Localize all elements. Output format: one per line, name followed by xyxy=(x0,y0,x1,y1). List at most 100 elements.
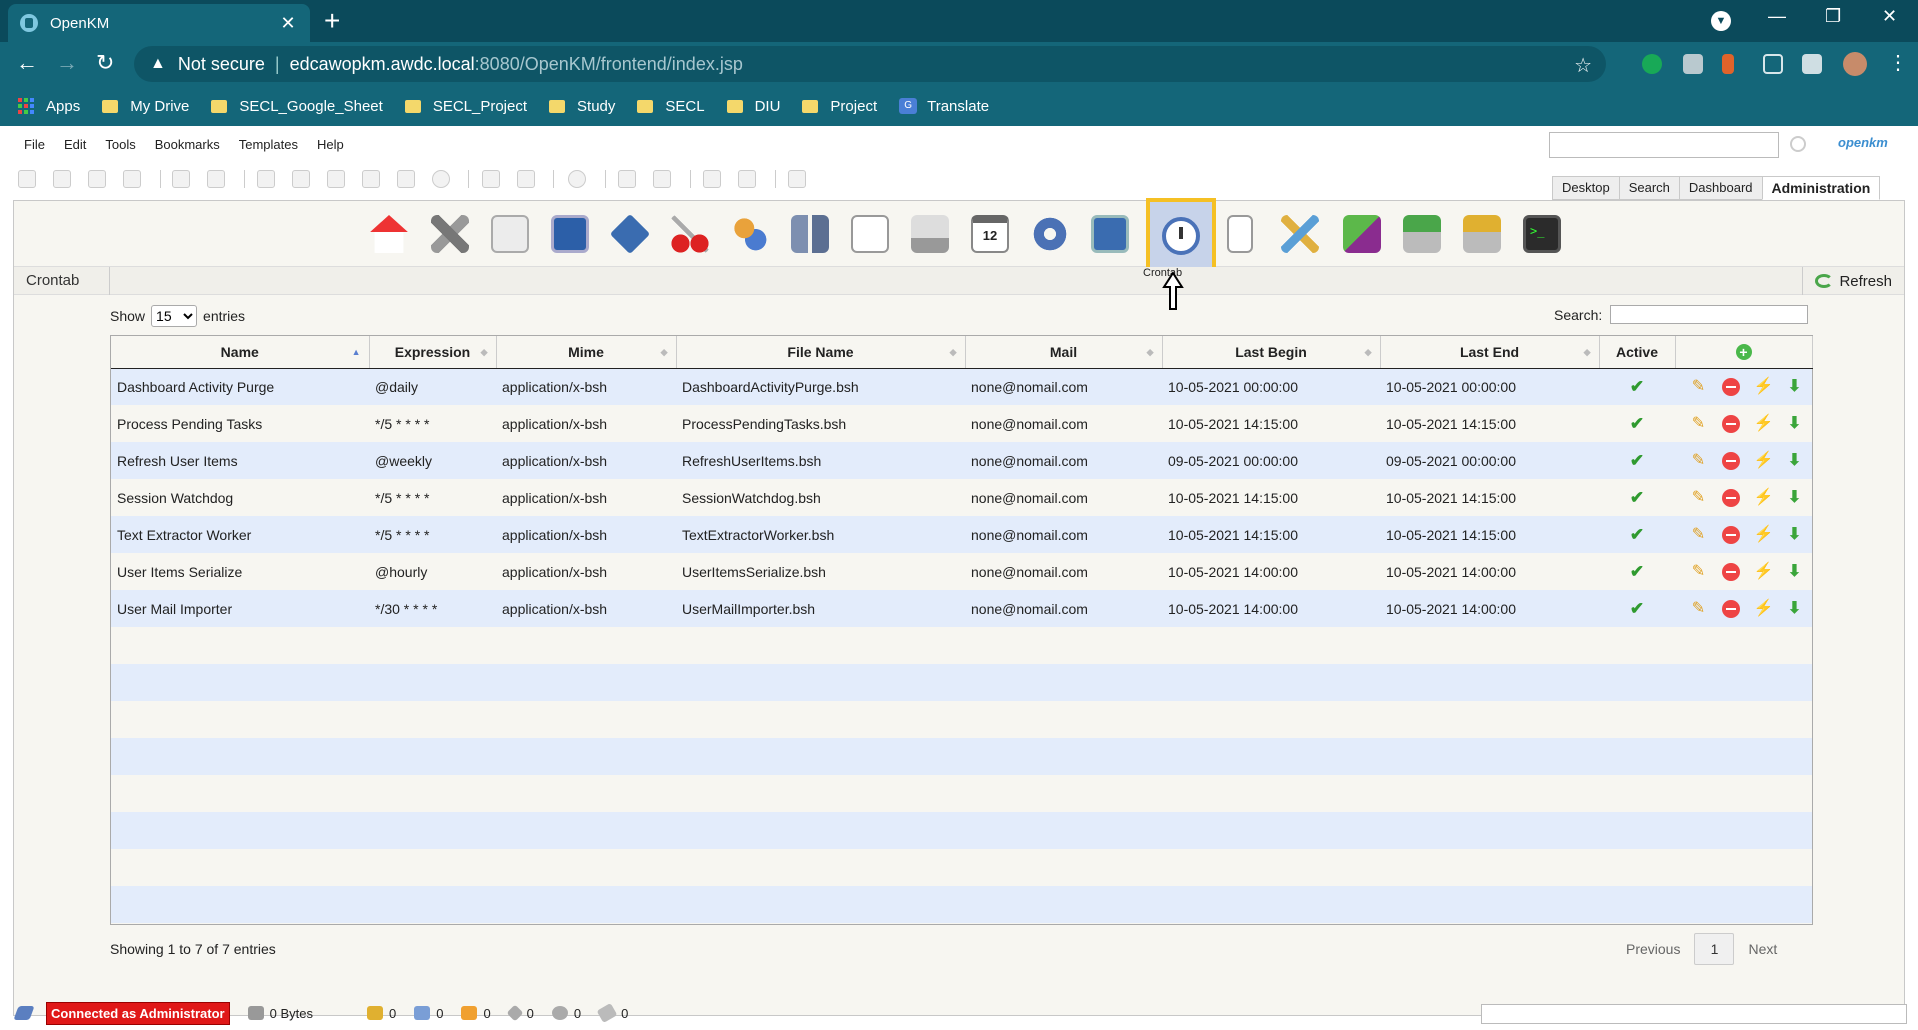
col-active[interactable]: Active xyxy=(1599,336,1676,369)
delete-icon[interactable] xyxy=(1721,525,1740,544)
col-last-end[interactable]: Last End ◆ xyxy=(1380,336,1600,369)
security-label[interactable]: Not secure xyxy=(178,54,265,75)
admin-calendar-icon[interactable]: 12 xyxy=(964,208,1016,260)
edit-icon[interactable]: ✎ xyxy=(1690,600,1708,618)
camera-icon[interactable] xyxy=(1683,54,1703,74)
download-icon[interactable]: ⬇ xyxy=(1786,526,1804,544)
bookmark-secl[interactable]: SECL xyxy=(637,98,705,115)
edit-icon[interactable]: ✎ xyxy=(1690,526,1708,544)
print-icon[interactable] xyxy=(123,170,141,188)
refresh-tool-icon[interactable] xyxy=(703,170,721,188)
edit-doc-icon[interactable] xyxy=(292,170,310,188)
next-button[interactable]: Next xyxy=(1748,941,1777,957)
execute-icon[interactable]: ⚡ xyxy=(1754,489,1774,507)
admin-home-icon[interactable] xyxy=(363,208,415,260)
bookmark-secl-project[interactable]: SECL_Project xyxy=(404,98,527,115)
status-input[interactable] xyxy=(1481,1004,1907,1024)
menu-file[interactable]: File xyxy=(24,137,45,152)
tab-desktop[interactable]: Desktop xyxy=(1552,176,1620,200)
delete-icon[interactable] xyxy=(1721,562,1740,581)
bookmark-study[interactable]: Study xyxy=(549,98,615,115)
tab-dashboard[interactable]: Dashboard xyxy=(1678,176,1763,200)
edit-icon[interactable]: ✎ xyxy=(1690,563,1708,581)
col-file-name[interactable]: File Name ◆ xyxy=(676,336,966,369)
admin-terminal-icon[interactable] xyxy=(1516,208,1568,260)
admin-tools-icon[interactable] xyxy=(424,208,476,260)
tab-search-icon[interactable]: ▼ xyxy=(1711,11,1731,31)
grammarly-icon[interactable] xyxy=(1642,54,1662,74)
col-last-begin[interactable]: Last Begin ◆ xyxy=(1162,336,1381,369)
copy-icon[interactable] xyxy=(482,170,500,188)
unsubscribe-icon[interactable] xyxy=(653,170,671,188)
workflow-icon[interactable] xyxy=(568,170,586,188)
delete-icon[interactable] xyxy=(1721,451,1740,470)
add-crontab-icon[interactable]: + xyxy=(1735,343,1752,360)
admin-gear-icon[interactable] xyxy=(1024,208,1076,260)
execute-icon[interactable]: ⚡ xyxy=(1754,415,1774,433)
delete-icon[interactable] xyxy=(1721,599,1740,618)
edit-icon[interactable]: ✎ xyxy=(1690,378,1708,396)
minimize-icon[interactable]: — xyxy=(1768,6,1786,27)
messages-count[interactable]: 0 xyxy=(596,1002,628,1024)
tree-icon[interactable] xyxy=(18,170,36,188)
new-doc-icon[interactable] xyxy=(53,170,71,188)
execute-icon[interactable]: ⚡ xyxy=(1754,563,1774,581)
quick-search-icon[interactable] xyxy=(1790,136,1806,152)
admin-scanner-icon[interactable] xyxy=(904,208,956,260)
delete-icon[interactable] xyxy=(1721,377,1740,396)
download-icon[interactable]: ⬇ xyxy=(1786,452,1804,470)
admin-brush-icon[interactable] xyxy=(1274,208,1326,260)
admin-dots-icon[interactable] xyxy=(1214,208,1266,260)
new-tab-button[interactable]: + xyxy=(324,6,340,36)
bookmark-project[interactable]: Project xyxy=(802,98,877,115)
delete-icon[interactable] xyxy=(1721,414,1740,433)
download-icon[interactable]: ⬇ xyxy=(1786,563,1804,581)
bookmark-diu[interactable]: DIU xyxy=(726,98,780,115)
cancel-checkout-icon[interactable] xyxy=(397,170,415,188)
col-mime[interactable]: Mime ◆ xyxy=(496,336,677,369)
entries-select[interactable]: 15 xyxy=(151,305,198,327)
restore-icon[interactable]: ❐ xyxy=(1825,6,1841,27)
unlock-icon[interactable] xyxy=(207,170,225,188)
bookmark-secl-google-sheet[interactable]: SECL_Google_Sheet xyxy=(211,98,383,115)
subscribed-count[interactable]: 0 xyxy=(461,1006,491,1021)
admin-export-icon[interactable] xyxy=(1456,208,1508,260)
previous-button[interactable]: Previous xyxy=(1626,941,1680,957)
checkout-count[interactable]: 0 xyxy=(414,1006,443,1021)
download-icon[interactable]: ⬇ xyxy=(1786,489,1804,507)
extension-tool-icon[interactable] xyxy=(788,170,806,188)
extensions-icon[interactable] xyxy=(1802,54,1822,74)
col-name[interactable]: Name ▲ xyxy=(111,336,370,369)
admin-monitor-icon[interactable] xyxy=(544,208,596,260)
move-icon[interactable] xyxy=(517,170,535,188)
subscribe-icon[interactable] xyxy=(618,170,636,188)
edit-icon[interactable]: ✎ xyxy=(1690,489,1708,507)
menu-templates[interactable]: Templates xyxy=(239,137,298,152)
edit-icon[interactable]: ✎ xyxy=(1690,452,1708,470)
workflow-count[interactable]: 0 xyxy=(551,1006,581,1021)
execute-icon[interactable]: ⚡ xyxy=(1754,378,1774,396)
admin-diamond-icon[interactable] xyxy=(604,208,656,260)
profile-avatar[interactable] xyxy=(1843,52,1867,76)
execute-icon[interactable]: ⚡ xyxy=(1754,600,1774,618)
download-icon[interactable]: ⬇ xyxy=(1786,600,1804,618)
edit-icon[interactable]: ✎ xyxy=(1690,415,1708,433)
menu-bookmarks[interactable]: Bookmarks xyxy=(155,137,220,152)
admin-scissors-icon[interactable] xyxy=(664,208,716,260)
download-icon[interactable]: ⬇ xyxy=(1786,378,1804,396)
menu-tools[interactable]: Tools xyxy=(105,137,135,152)
page-1-button[interactable]: 1 xyxy=(1694,933,1735,965)
tab-search[interactable]: Search xyxy=(1618,176,1680,200)
table-search-input[interactable] xyxy=(1610,305,1809,324)
bookmark-star-icon[interactable]: ☆ xyxy=(1574,53,1592,78)
quick-search-input[interactable] xyxy=(1549,132,1779,158)
admin-database-icon[interactable] xyxy=(784,208,836,260)
lock-icon[interactable] xyxy=(172,170,190,188)
admin-folders-icon[interactable] xyxy=(1336,208,1388,260)
home-tool-icon[interactable] xyxy=(738,170,756,188)
admin-search-doc-icon[interactable] xyxy=(484,208,536,260)
delete-icon[interactable] xyxy=(1721,488,1740,507)
window-close-icon[interactable]: ✕ xyxy=(1882,6,1897,27)
execute-icon[interactable]: ⚡ xyxy=(1754,452,1774,470)
col-expression[interactable]: Expression ◆ xyxy=(369,336,497,369)
